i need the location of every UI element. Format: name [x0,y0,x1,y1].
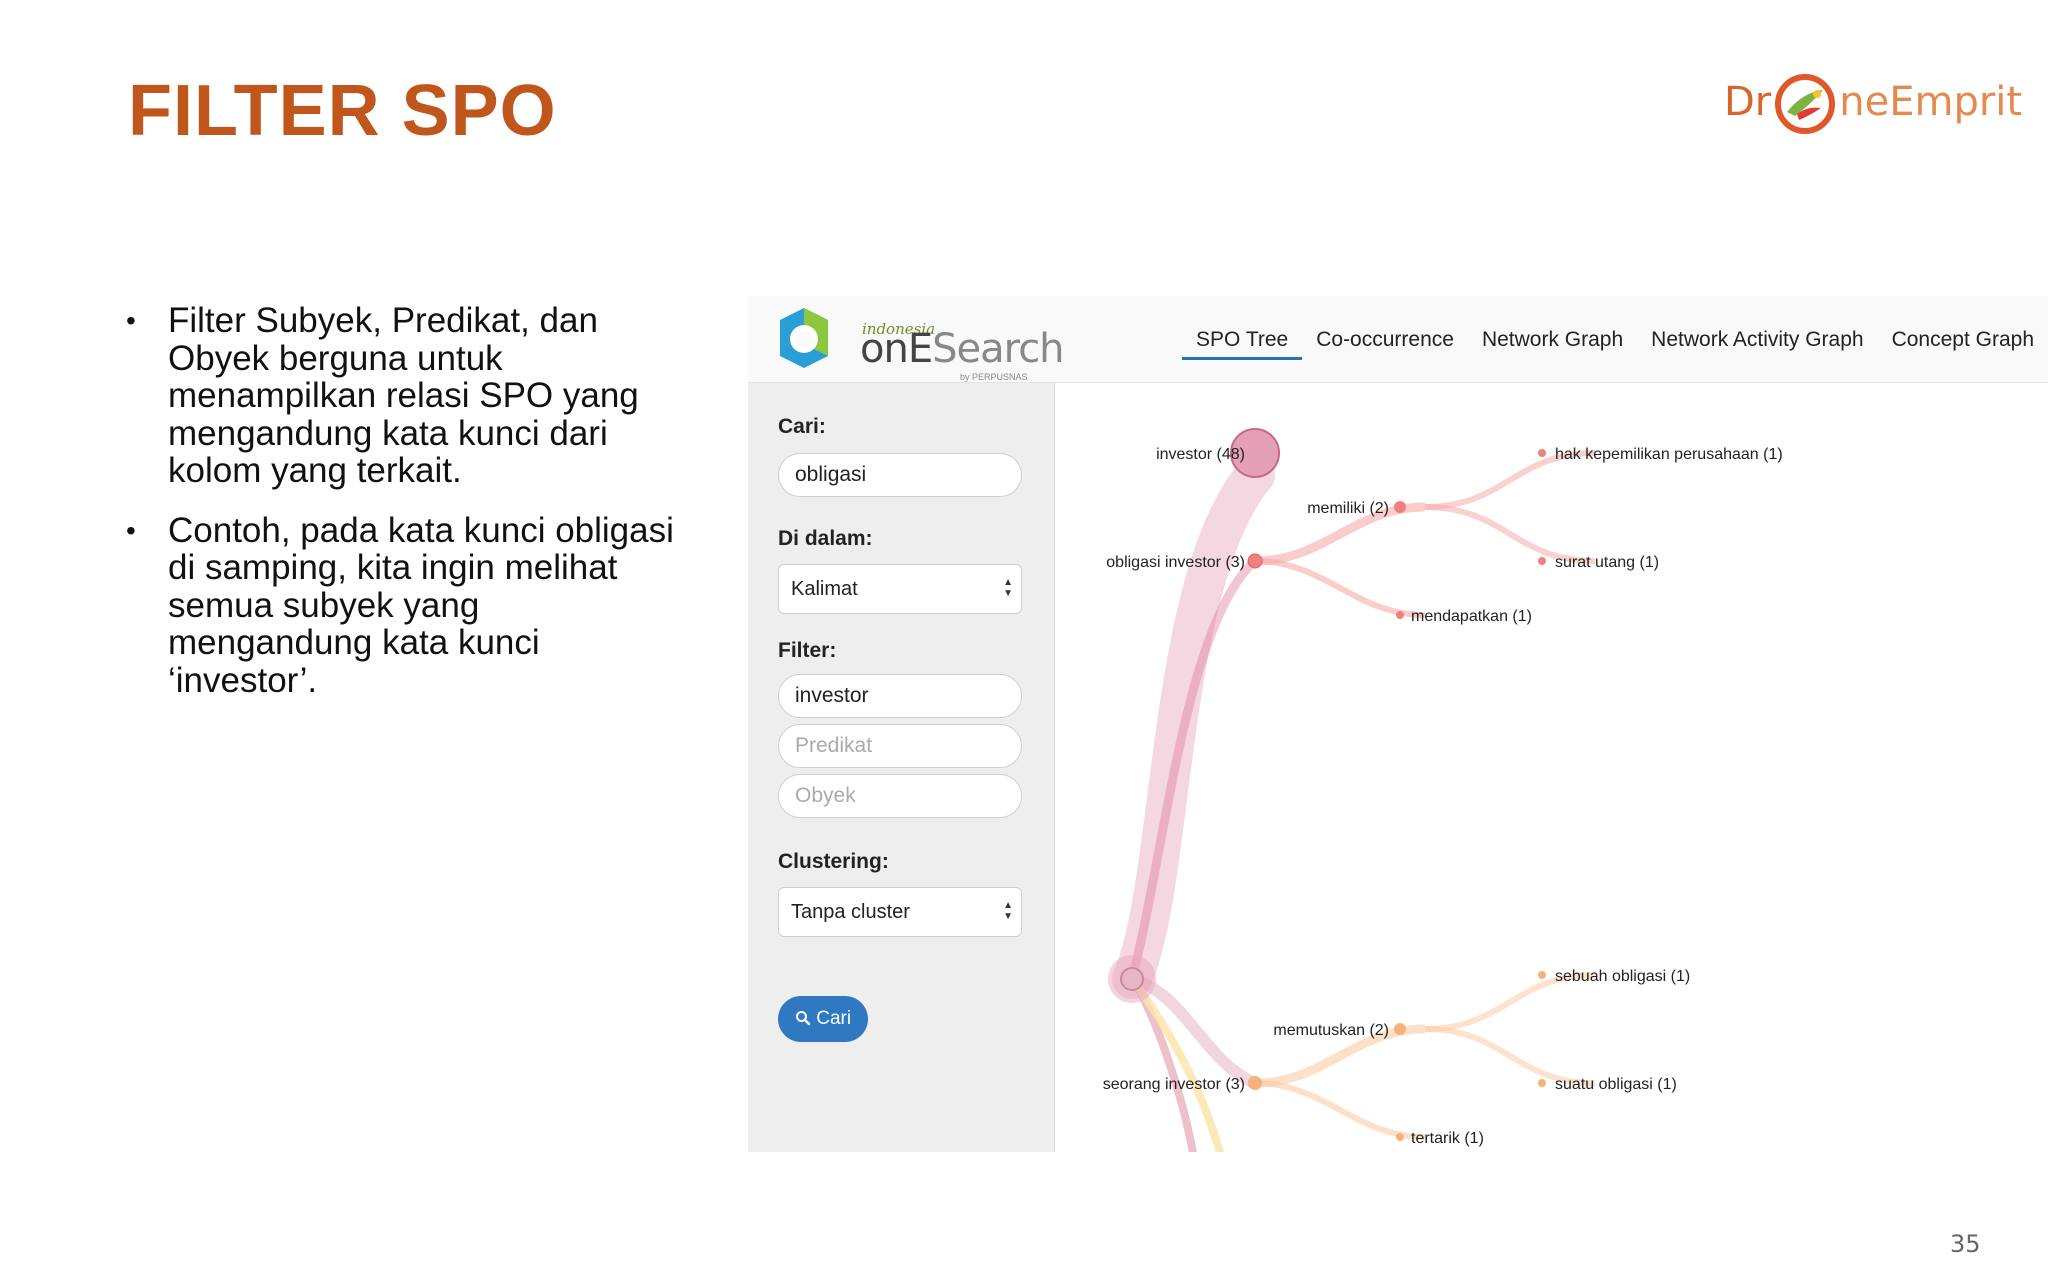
label-memiliki: memiliki (2) [1307,500,1389,517]
label-obligasi-investor: obligasi investor (3) [1106,554,1245,571]
node-memutuskan[interactable] [1394,1023,1406,1035]
search-input[interactable]: obligasi [778,453,1022,497]
bullet-item: • Contoh, pada kata kunci obligasi di sam… [126,510,674,700]
select-arrows-icon: ▲ ▼ [1003,900,1013,922]
filter-predikat-input[interactable]: Predikat [778,724,1022,768]
bullet-list: • Filter Subyek, Predikat, dan Obyek berg… [124,302,684,721]
branch-root-seorang-investor [1130,973,1258,1089]
bullet-dot: • [126,305,136,336]
app-screenshot: indonesia onESearch by PERPUSNAS SPO Tre… [748,296,2048,1152]
branch-memutuskan-suatu [1424,1026,1596,1086]
hexagon-logo-icon [780,308,828,368]
label-hak-kepemilikan: hak kepemilikan perusahaan (1) [1555,446,1783,463]
label-mendapatkan: mendapatkan (1) [1411,608,1532,625]
filter-label: Filter: [778,639,837,662]
bullet-dot: • [126,514,136,546]
label-suatu-obligasi: suatu obligasi (1) [1555,1076,1677,1093]
clustering-label: Clustering: [778,850,889,873]
branch-seorang-tertarik [1254,1080,1426,1140]
page-number: 35 [1950,1230,1981,1258]
bullet-item: • Filter Subyek, Predikat, dan Obyek berg… [126,301,639,490]
node-seorang-investor[interactable] [1248,1076,1262,1090]
tab-network-graph[interactable]: Network Graph [1468,320,1637,360]
bird-icon [1775,74,1836,134]
di-dalam-select[interactable]: Kalimat ▲ ▼ [778,564,1022,614]
label-tertarik: tertarik (1) [1411,1130,1484,1147]
tab-concept-graph[interactable]: Concept Graph [1878,320,2048,360]
branch-obligasi-mendapatkan [1254,558,1426,618]
label-memutuskan: memutuskan (2) [1273,1022,1389,1039]
node-tertarik[interactable] [1396,1133,1404,1141]
tab-co-occurrence[interactable]: Co-occurrence [1302,320,1468,360]
node-memiliki[interactable] [1394,501,1406,513]
filter-subyek-input[interactable]: investor [778,674,1022,718]
filter-obyek-input[interactable]: Obyek [778,774,1022,818]
node-sebuah-obligasi[interactable] [1538,971,1546,979]
node-suatu-obligasi[interactable] [1538,1079,1546,1087]
label-investor: investor (48) [1156,446,1245,463]
label-surat-utang: surat utang (1) [1555,554,1659,571]
label-sebuah-obligasi: sebuah obligasi (1) [1555,968,1690,985]
node-mendapatkan[interactable] [1396,611,1404,619]
app-header: indonesia onESearch by PERPUSNAS SPO Tre… [748,296,2048,383]
root-node[interactable] [1120,967,1144,991]
onesearch-logo[interactable]: indonesia onESearch by PERPUSNAS [772,304,1065,382]
tab-spo-tree[interactable]: SPO Tree [1182,320,1303,360]
label-seorang-investor: seorang investor (3) [1103,1076,1245,1093]
node-surat-utang[interactable] [1538,557,1546,565]
sidebar: Cari: obligasi Di dalam: Kalimat ▲ ▼ Filt… [748,383,1055,1152]
node-obligasi-investor[interactable] [1247,553,1263,569]
di-dalam-label: Di dalam: [778,527,873,550]
slide-title: FILTER SPO [128,71,557,151]
clustering-select[interactable]: Tanpa cluster ▲ ▼ [778,887,1022,937]
branch-memiliki-surat [1424,504,1596,564]
nav-tabs: SPO Tree Co-occurrence Network Graph Net… [1182,320,2048,360]
logo-text: Dr neEmprit [1724,72,2022,136]
drone-emprit-logo: Dr neEmprit [1724,66,2022,142]
cari-label: Cari: [778,415,826,438]
node-hak-kepemilikan[interactable] [1538,449,1546,457]
cari-button[interactable]: Cari [778,996,868,1042]
search-icon [795,1011,811,1026]
select-arrows-icon: ▲ ▼ [1003,577,1013,599]
spo-tree: investor (48) obligasi investor (3) memi… [1103,428,1783,1152]
tab-network-activity-graph[interactable]: Network Activity Graph [1637,320,1877,360]
